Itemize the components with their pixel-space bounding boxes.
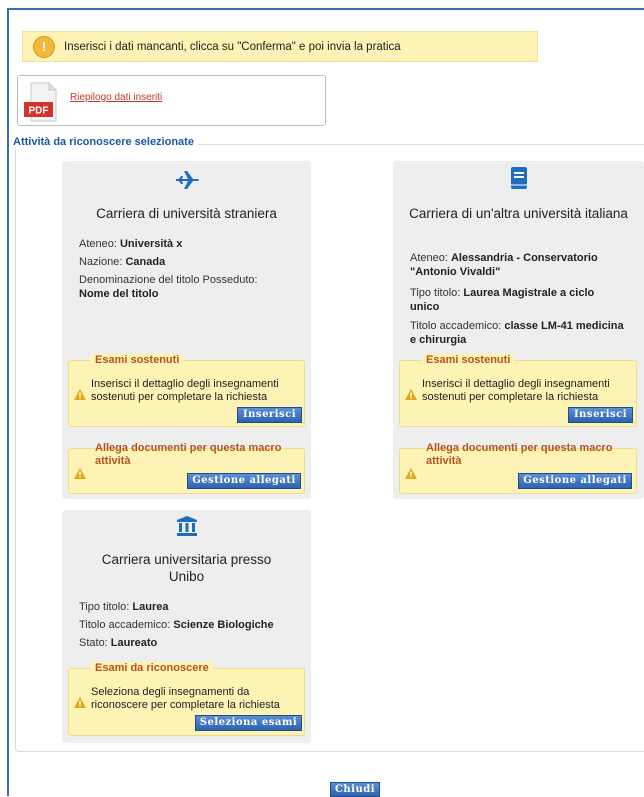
card-italian-career: Carriera di un'altra università italiana… bbox=[393, 161, 644, 499]
manage-attachments-button[interactable]: Gestione allegati bbox=[187, 473, 301, 489]
window-left-border bbox=[7, 8, 9, 796]
card-foreign-career: Carriera di università straniera Ateneo:… bbox=[62, 161, 311, 499]
card-unibo-career: Carriera universitaria presso Unibo Tipo… bbox=[62, 510, 311, 743]
field-titolo: Denominazione del titolo Posseduto: Nome … bbox=[79, 274, 258, 300]
summary-box: PDF Riepilogo dati inseriti bbox=[17, 75, 326, 126]
section-legend: Attività da riconoscere selezionate bbox=[9, 136, 198, 148]
select-exams-button[interactable]: Seleziona esami bbox=[195, 715, 302, 731]
notice-text: Inserisci i dati mancanti, clicca su "Co… bbox=[64, 40, 401, 53]
exams-text: Seleziona degli insegnamenti da riconosc… bbox=[91, 686, 280, 711]
field-ateneo: Ateneo: Alessandria - Conservatorio "Ant… bbox=[410, 252, 598, 278]
insert-exams-button[interactable]: Inserisci bbox=[568, 407, 633, 423]
field-nazione: Nazione: Canada bbox=[79, 256, 166, 268]
field-ateneo: Ateneo: Università x bbox=[79, 238, 183, 250]
close-button[interactable]: Chiudi bbox=[330, 782, 380, 797]
attachments-legend: Allega documenti per questa macro attivi… bbox=[426, 442, 613, 467]
exams-box: Esami sostenuti Inserisci il dettaglio d… bbox=[68, 354, 305, 427]
attachments-box: Allega documenti per questa macro attivi… bbox=[399, 442, 637, 494]
card-title: Carriera di un'altra università italiana bbox=[409, 206, 628, 221]
warning-icon bbox=[405, 389, 417, 400]
notice-banner: ! Inserisci i dati mancanti, clicca su "… bbox=[22, 31, 538, 62]
warning-icon bbox=[405, 468, 417, 479]
warning-icon bbox=[74, 468, 86, 479]
insert-exams-button[interactable]: Inserisci bbox=[237, 407, 302, 423]
field-stato: Stato: Laureato bbox=[79, 637, 158, 649]
window-top-border bbox=[7, 8, 644, 10]
field-tipo-titolo: Tipo titolo: Laurea Magistrale a ciclo u… bbox=[410, 287, 595, 313]
exclamation-icon: ! bbox=[33, 35, 55, 58]
university-icon bbox=[62, 516, 311, 541]
field-tipo-titolo: Tipo titolo: Laurea bbox=[79, 601, 169, 613]
airplane-icon bbox=[62, 169, 311, 194]
exams-text: Inserisci il dettaglio degli insegnament… bbox=[422, 378, 610, 403]
manage-attachments-button[interactable]: Gestione allegati bbox=[518, 473, 632, 489]
exams-legend: Esami sostenuti bbox=[422, 354, 515, 367]
book-icon bbox=[393, 167, 644, 194]
exams-to-recognize-box: Esami da riconoscere Seleziona degli ins… bbox=[68, 662, 305, 736]
exams-legend: Esami sostenuti bbox=[91, 354, 184, 367]
warning-icon bbox=[74, 697, 86, 708]
field-titolo-accademico: Titolo accademico: Scienze Biologiche bbox=[79, 619, 274, 631]
exams-text: Inserisci il dettaglio degli insegnament… bbox=[91, 378, 279, 403]
summary-link[interactable]: Riepilogo dati inseriti bbox=[70, 92, 162, 103]
pdf-label: PDF bbox=[29, 106, 49, 117]
card-title: Carriera di università straniera bbox=[96, 206, 277, 221]
field-titolo-accademico: Titolo accademico: classe LM-41 medicina… bbox=[410, 320, 624, 346]
pdf-icon[interactable]: PDF bbox=[23, 82, 60, 122]
exams-box: Esami sostenuti Inserisci il dettaglio d… bbox=[399, 354, 637, 427]
card-title: Carriera universitaria presso Unibo bbox=[101, 552, 272, 584]
attachments-box: Allega documenti per questa macro attivi… bbox=[68, 442, 305, 494]
warning-icon bbox=[74, 389, 86, 400]
exams-legend: Esami da riconoscere bbox=[91, 662, 213, 675]
attachments-legend: Allega documenti per questa macro attivi… bbox=[95, 442, 282, 467]
